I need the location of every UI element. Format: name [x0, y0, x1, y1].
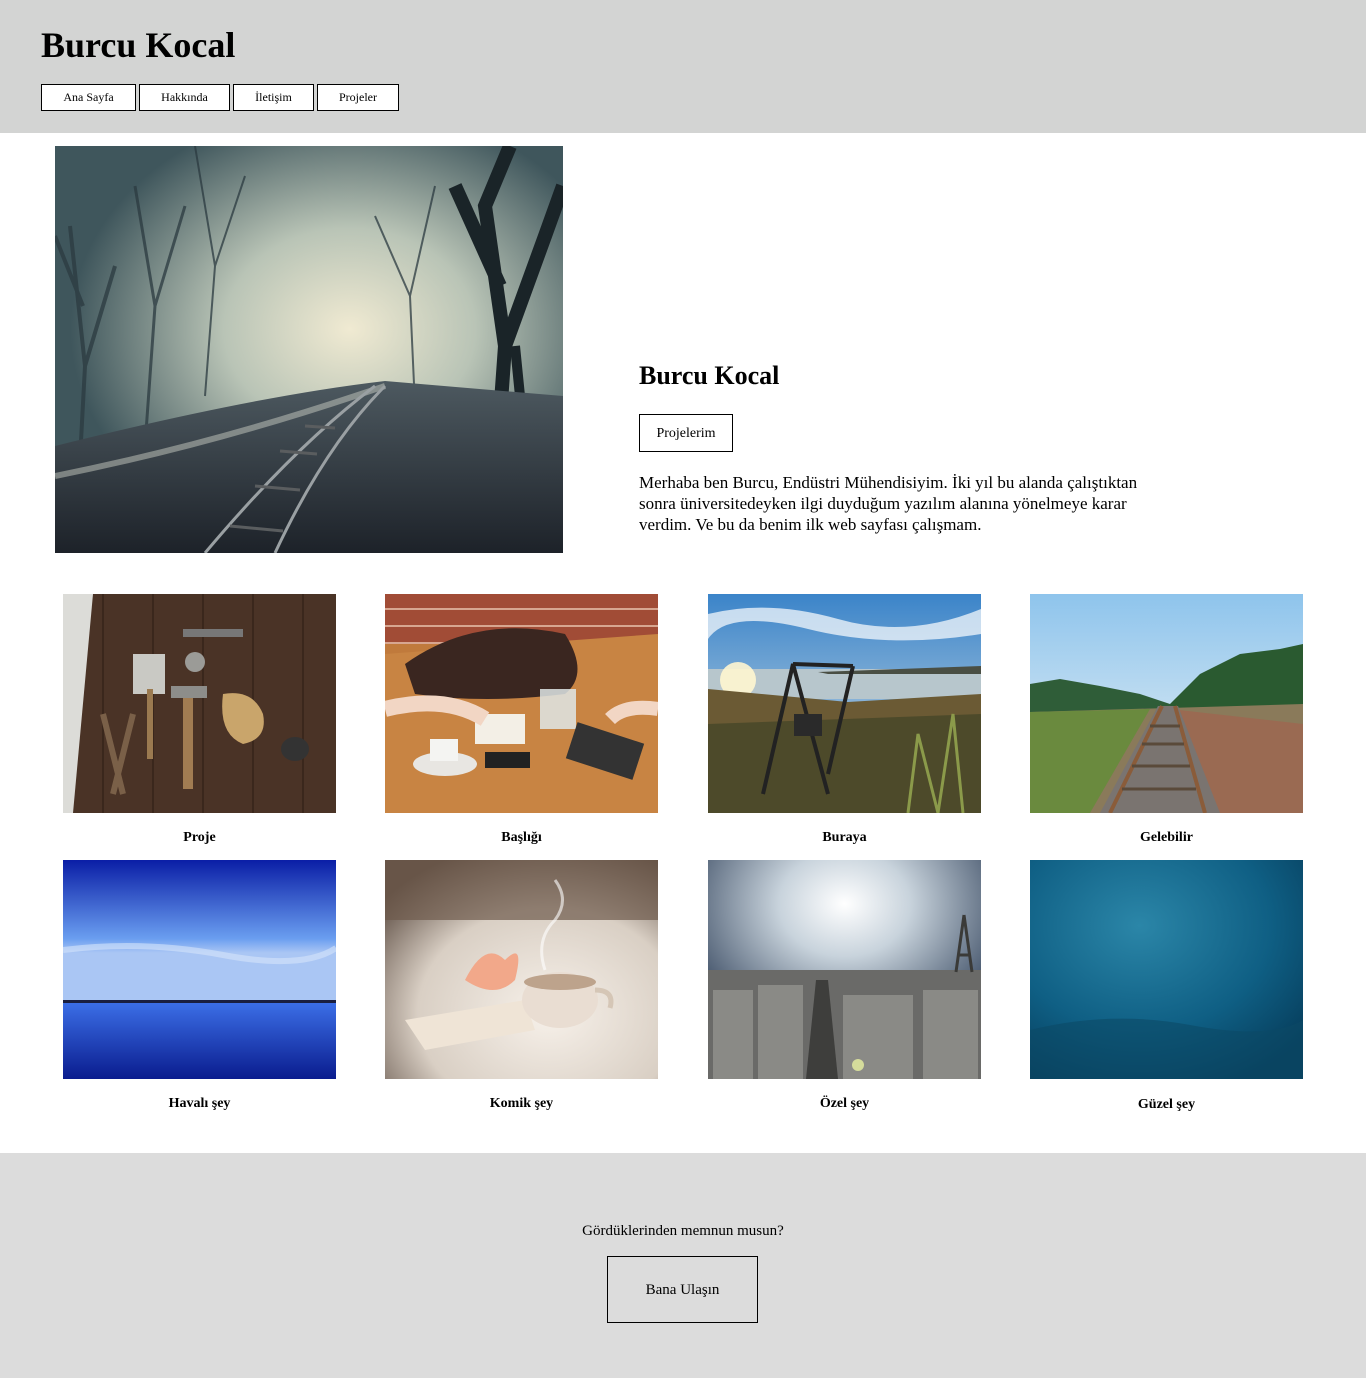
project-caption: Gelebilir — [1140, 830, 1193, 845]
project-card[interactable]: Güzel şey — [1030, 860, 1303, 1112]
project-caption: Başlığı — [501, 830, 542, 845]
nav-link-hakkinda[interactable]: Hakkında — [139, 84, 230, 111]
site-header: Burcu Kocal Ana Sayfa Hakkında İletişim … — [0, 0, 1366, 133]
footer-question: Gördüklerinden memnun musun? — [582, 1223, 784, 1239]
project-card[interactable]: Komik şey — [385, 860, 658, 1111]
project-card[interactable]: Başlığı — [385, 594, 658, 845]
coffee-cup-flower-photo — [385, 860, 658, 1079]
hero-photo — [55, 146, 563, 553]
project-card[interactable]: Buraya — [708, 594, 981, 845]
project-card[interactable]: Gelebilir — [1030, 594, 1303, 845]
nav-link-ana-sayfa[interactable]: Ana Sayfa — [41, 84, 136, 111]
project-caption: Güzel şey — [1137, 1097, 1196, 1112]
blue-lake-horizon-photo — [63, 860, 336, 1079]
nav-link-iletisim[interactable]: İletişim — [233, 84, 314, 111]
contact-button[interactable]: Bana Ulaşın — [607, 1256, 758, 1323]
project-caption: Komik şey — [489, 1096, 554, 1111]
project-card[interactable]: Özel şey — [708, 860, 981, 1111]
site-title: Burcu Kocal — [41, 25, 236, 65]
project-card[interactable]: Proje — [63, 594, 336, 845]
project-caption: Havalı şey — [168, 1096, 231, 1111]
project-caption: Özel şey — [819, 1096, 870, 1111]
tools-on-wood-photo — [63, 594, 336, 813]
site-footer: Gördüklerinden memnun musun? Bana Ulaşın — [0, 1153, 1366, 1378]
projects-button[interactable]: Projelerim — [639, 414, 733, 452]
project-card[interactable]: Havalı şey — [63, 860, 336, 1111]
hero-bio: Merhaba ben Burcu, Endüstri Mühendisiyim… — [639, 473, 1138, 534]
cafe-table-photo — [385, 594, 658, 813]
project-caption: Buraya — [822, 830, 867, 845]
nav-link-projeler[interactable]: Projeler — [317, 84, 399, 111]
underwater-blue-photo — [1030, 860, 1303, 1079]
hero-name: Burcu Kocal — [639, 361, 780, 390]
railway-tracks-photo — [1030, 594, 1303, 813]
project-caption: Proje — [183, 830, 216, 845]
paris-cityscape-photo — [708, 860, 981, 1079]
lakeside-swing-photo — [708, 594, 981, 813]
